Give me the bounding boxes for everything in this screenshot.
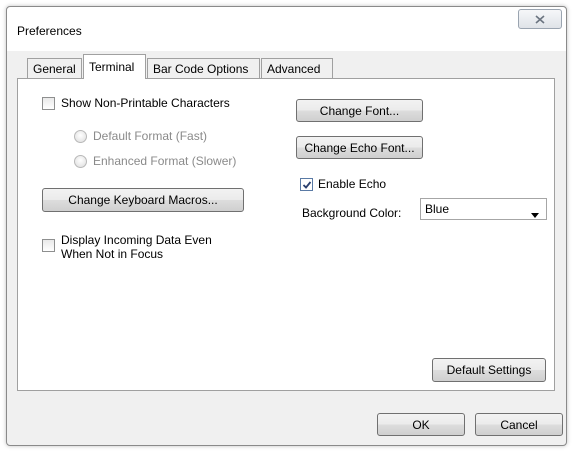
- change-keyboard-macros-button[interactable]: Change Keyboard Macros...: [42, 188, 244, 212]
- change-echo-font-button[interactable]: Change Echo Font...: [296, 136, 423, 159]
- default-settings-button[interactable]: Default Settings: [432, 358, 546, 382]
- background-color-value: Blue: [425, 202, 450, 216]
- close-button[interactable]: [518, 9, 562, 29]
- tab-terminal[interactable]: Terminal: [83, 54, 146, 79]
- show-nonprintable-label: Show Non-Printable Characters: [61, 96, 230, 110]
- checkmark-icon: [302, 181, 312, 189]
- enhanced-format-radio[interactable]: [74, 155, 87, 168]
- change-font-button[interactable]: Change Font...: [296, 99, 423, 122]
- title-bar: Preferences: [7, 7, 566, 51]
- close-icon: [535, 14, 545, 24]
- chevron-down-icon: [531, 207, 539, 221]
- show-nonprintable-checkbox[interactable]: [42, 97, 55, 110]
- ok-button[interactable]: OK: [377, 413, 465, 436]
- enable-echo-checkbox[interactable]: [300, 178, 313, 191]
- tab-bar-code-options[interactable]: Bar Code Options: [147, 58, 260, 78]
- default-format-label: Default Format (Fast): [93, 129, 208, 143]
- default-format-radio[interactable]: [74, 130, 87, 143]
- display-incoming-label-line1: Display Incoming Data Even: [61, 233, 212, 247]
- enable-echo-label: Enable Echo: [318, 177, 387, 191]
- enhanced-format-label: Enhanced Format (Slower): [93, 154, 237, 168]
- background-color-label: Background Color:: [302, 206, 402, 220]
- window-title: Preferences: [17, 24, 82, 38]
- display-incoming-label-line2: When Not in Focus: [61, 247, 164, 261]
- tab-advanced[interactable]: Advanced: [261, 58, 333, 78]
- tab-general[interactable]: General: [27, 58, 82, 78]
- cancel-button[interactable]: Cancel: [475, 413, 563, 436]
- background-color-select[interactable]: Blue: [420, 198, 547, 220]
- display-incoming-checkbox[interactable]: [42, 239, 55, 252]
